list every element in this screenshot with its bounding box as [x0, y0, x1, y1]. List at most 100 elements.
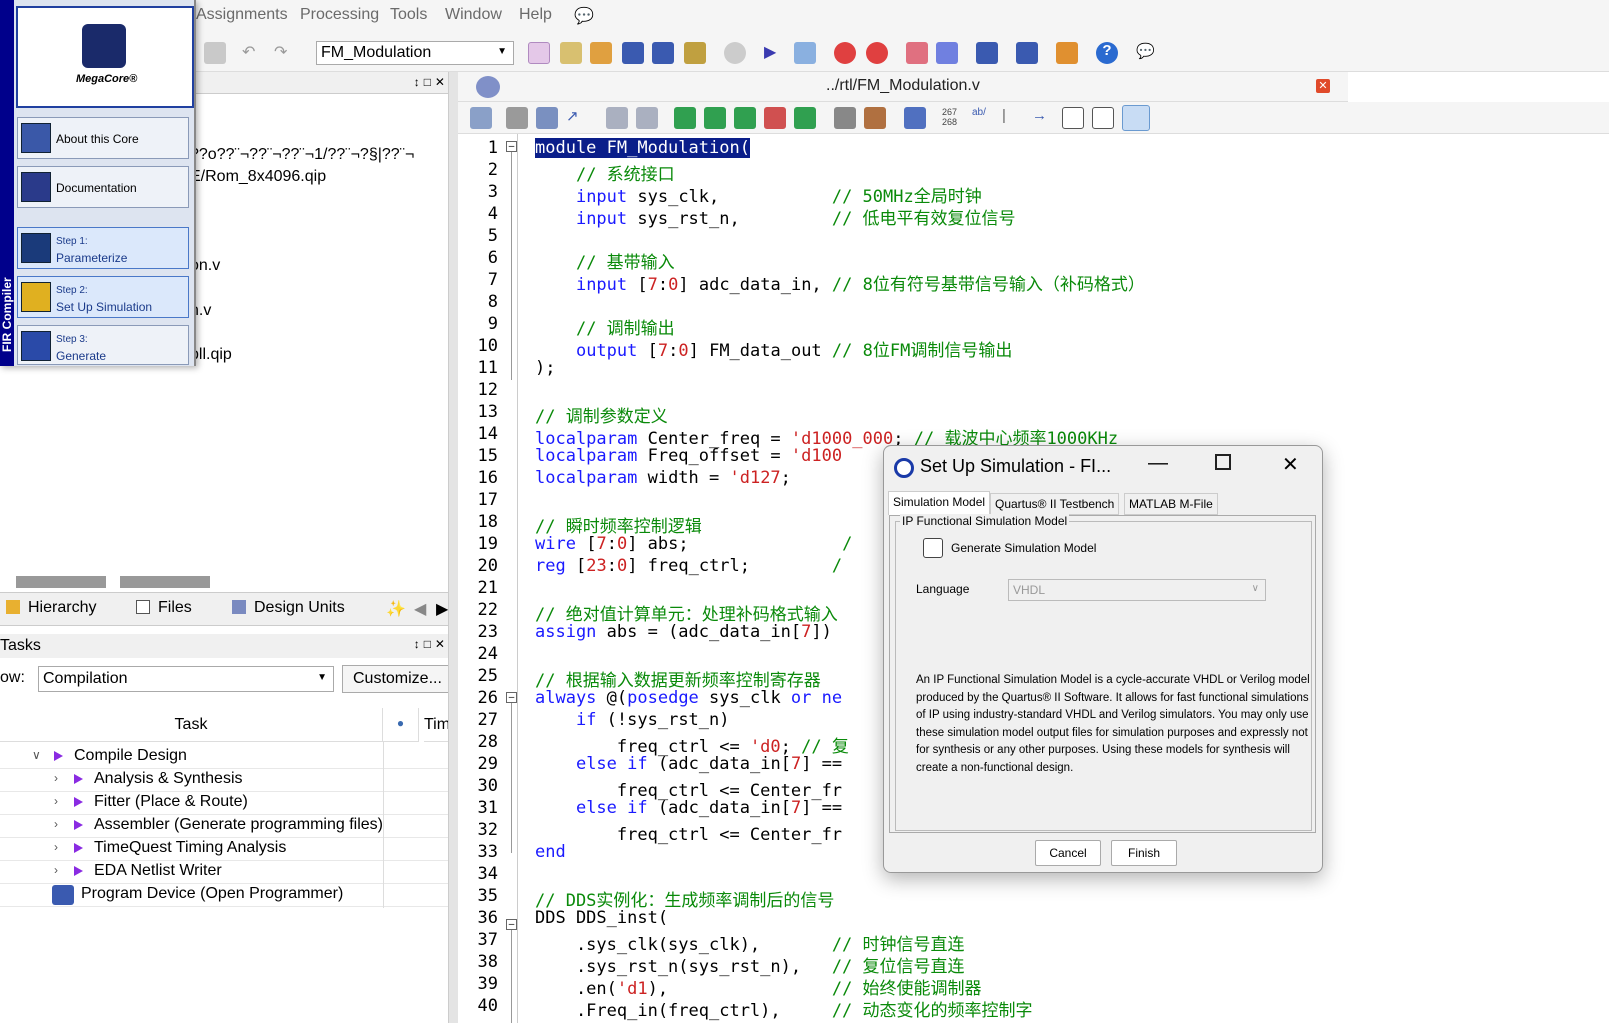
task-column-header[interactable]: Task — [0, 708, 383, 742]
help-bubble-icon[interactable]: 💬 — [574, 6, 594, 26]
split-view-icon[interactable] — [1092, 107, 1114, 129]
documentation-button[interactable]: Documentation — [17, 166, 189, 208]
goto-icon[interactable]: ↗ — [566, 107, 588, 129]
language-select[interactable]: VHDL ∨ — [1008, 579, 1266, 601]
fold-toggle-icon[interactable]: – — [506, 141, 517, 152]
task-row[interactable]: › EDA Netlist Writer — [0, 861, 455, 884]
tab-design-units[interactable]: Design Units — [232, 599, 345, 617]
pane-controls[interactable]: ↕□✕ — [414, 75, 449, 89]
project-select[interactable]: FM_Modulation ▼ — [316, 41, 514, 65]
expand-icon[interactable]: ∨ — [32, 748, 41, 762]
finish-button[interactable]: Finish — [1111, 840, 1177, 866]
run-icon[interactable] — [74, 820, 83, 830]
status-column-icon[interactable]: ● — [383, 708, 419, 742]
task-row[interactable]: › Analysis & Synthesis — [0, 769, 455, 792]
menu-assignments[interactable]: Assignments — [196, 6, 288, 24]
expand-icon[interactable]: › — [54, 771, 58, 785]
scroll-right-icon[interactable]: ▶ — [436, 599, 448, 619]
run-icon[interactable] — [54, 751, 63, 761]
fold-toggle-icon[interactable]: – — [506, 919, 517, 930]
tab-quartus-testbench[interactable]: Quartus® II Testbench — [990, 493, 1120, 515]
wand-icon[interactable]: ✨ — [386, 599, 406, 619]
settings-wand-icon[interactable] — [560, 42, 582, 64]
maximize-icon[interactable] — [1215, 454, 1231, 470]
netlist-viewer-icon[interactable] — [936, 42, 958, 64]
step2-simulation-button[interactable]: Step 2: Set Up Simulation — [17, 276, 189, 318]
undo-icon[interactable]: ↶ — [242, 42, 264, 64]
start-icon[interactable]: ▶ — [764, 42, 786, 64]
fold-toggle-icon[interactable]: – — [506, 692, 517, 703]
tab-hierarchy[interactable]: Hierarchy — [6, 599, 96, 617]
file-item[interactable]: pll.qip — [190, 346, 232, 364]
expand-icon[interactable]: › — [54, 794, 58, 808]
elaborate-icon[interactable] — [684, 42, 706, 64]
step3-generate-button[interactable]: Step 3: Generate — [17, 325, 189, 365]
analysis-synthesis-icon[interactable] — [794, 42, 816, 64]
bookmark-clear-icon[interactable] — [764, 107, 786, 129]
scrollbar-thumb[interactable] — [16, 576, 106, 588]
scrollbar-thumb[interactable] — [120, 576, 210, 588]
attach-icon[interactable] — [834, 107, 856, 129]
wrap-icon[interactable] — [1122, 105, 1150, 131]
open-icon[interactable] — [470, 107, 492, 129]
minimize-icon[interactable]: — — [1148, 452, 1168, 475]
run-icon[interactable] — [74, 797, 83, 807]
task-row[interactable]: ∨ Compile Design — [0, 746, 455, 769]
flow-select[interactable]: Compilation ▼ — [38, 666, 334, 692]
analysis-icon[interactable] — [652, 42, 674, 64]
view-icon[interactable] — [1062, 107, 1084, 129]
close-icon[interactable]: ✕ — [1316, 79, 1330, 93]
expand-icon[interactable]: › — [54, 863, 58, 877]
timing-icon[interactable] — [834, 42, 856, 64]
task-row[interactable]: Program Device (Open Programmer) — [0, 884, 455, 907]
tab-matlab-mfile[interactable]: MATLAB M-File — [1124, 493, 1218, 515]
programmer-icon[interactable] — [52, 885, 74, 905]
menu-processing[interactable]: Processing — [300, 6, 379, 24]
outdent-icon[interactable] — [636, 107, 658, 129]
task-row[interactable]: › Fitter (Place & Route) — [0, 792, 455, 815]
menu-tools[interactable]: Tools — [390, 6, 427, 24]
pin-planner-icon[interactable] — [590, 42, 612, 64]
rtl-viewer-icon[interactable] — [906, 42, 928, 64]
generate-simulation-checkbox[interactable] — [923, 538, 943, 558]
properties-icon[interactable] — [904, 107, 926, 129]
arrow-right-icon[interactable]: → — [1032, 107, 1054, 129]
scroll-left-icon[interactable]: ◀ — [414, 599, 426, 619]
help-icon[interactable]: ? — [1096, 42, 1118, 64]
run-icon[interactable] — [74, 866, 83, 876]
redo-icon[interactable]: ↷ — [274, 42, 296, 64]
indent-icon[interactable] — [606, 107, 628, 129]
chip-icon[interactable] — [1016, 42, 1038, 64]
menu-help[interactable]: Help — [519, 6, 552, 24]
cancel-button[interactable]: Cancel — [1035, 840, 1101, 866]
template-icon[interactable] — [864, 107, 886, 129]
spell-icon[interactable]: ab/ — [972, 107, 994, 129]
menu-window[interactable]: Window — [445, 6, 502, 24]
timequest-icon[interactable] — [866, 42, 888, 64]
customize-button[interactable]: Customize... — [342, 665, 451, 693]
run-icon[interactable] — [74, 774, 83, 784]
feedback-icon[interactable]: 💬 — [1136, 42, 1158, 64]
run-icon[interactable] — [74, 843, 83, 853]
task-row[interactable]: › TimeQuest Timing Analysis — [0, 838, 455, 861]
replace-icon[interactable] — [536, 107, 558, 129]
about-core-button[interactable]: About this Core — [17, 117, 189, 159]
find-icon[interactable] — [506, 107, 528, 129]
expand-icon[interactable]: › — [54, 840, 58, 854]
expand-icon[interactable]: › — [54, 817, 58, 831]
tab-files[interactable]: Files — [136, 599, 192, 617]
task-row[interactable]: › Assembler (Generate programming files) — [0, 815, 455, 838]
programmer-icon[interactable] — [976, 42, 998, 64]
file-item[interactable]: E/Rom_8x4096.qip — [190, 168, 326, 186]
bookmark-list-icon[interactable] — [794, 107, 816, 129]
chip-planner-icon[interactable] — [528, 42, 550, 64]
step1-parameterize-button[interactable]: Step 1: Parameterize — [17, 227, 189, 269]
bookmark-icon[interactable] — [674, 107, 696, 129]
stop-icon[interactable] — [724, 42, 746, 64]
panel-splitter[interactable] — [448, 72, 458, 1023]
pane-controls[interactable]: ↕□✕ — [414, 637, 449, 651]
tab-simulation-model[interactable]: Simulation Model — [888, 491, 991, 515]
paste-icon[interactable] — [204, 42, 226, 64]
bookmark-next-icon[interactable] — [704, 107, 726, 129]
bookmark-prev-icon[interactable] — [734, 107, 756, 129]
